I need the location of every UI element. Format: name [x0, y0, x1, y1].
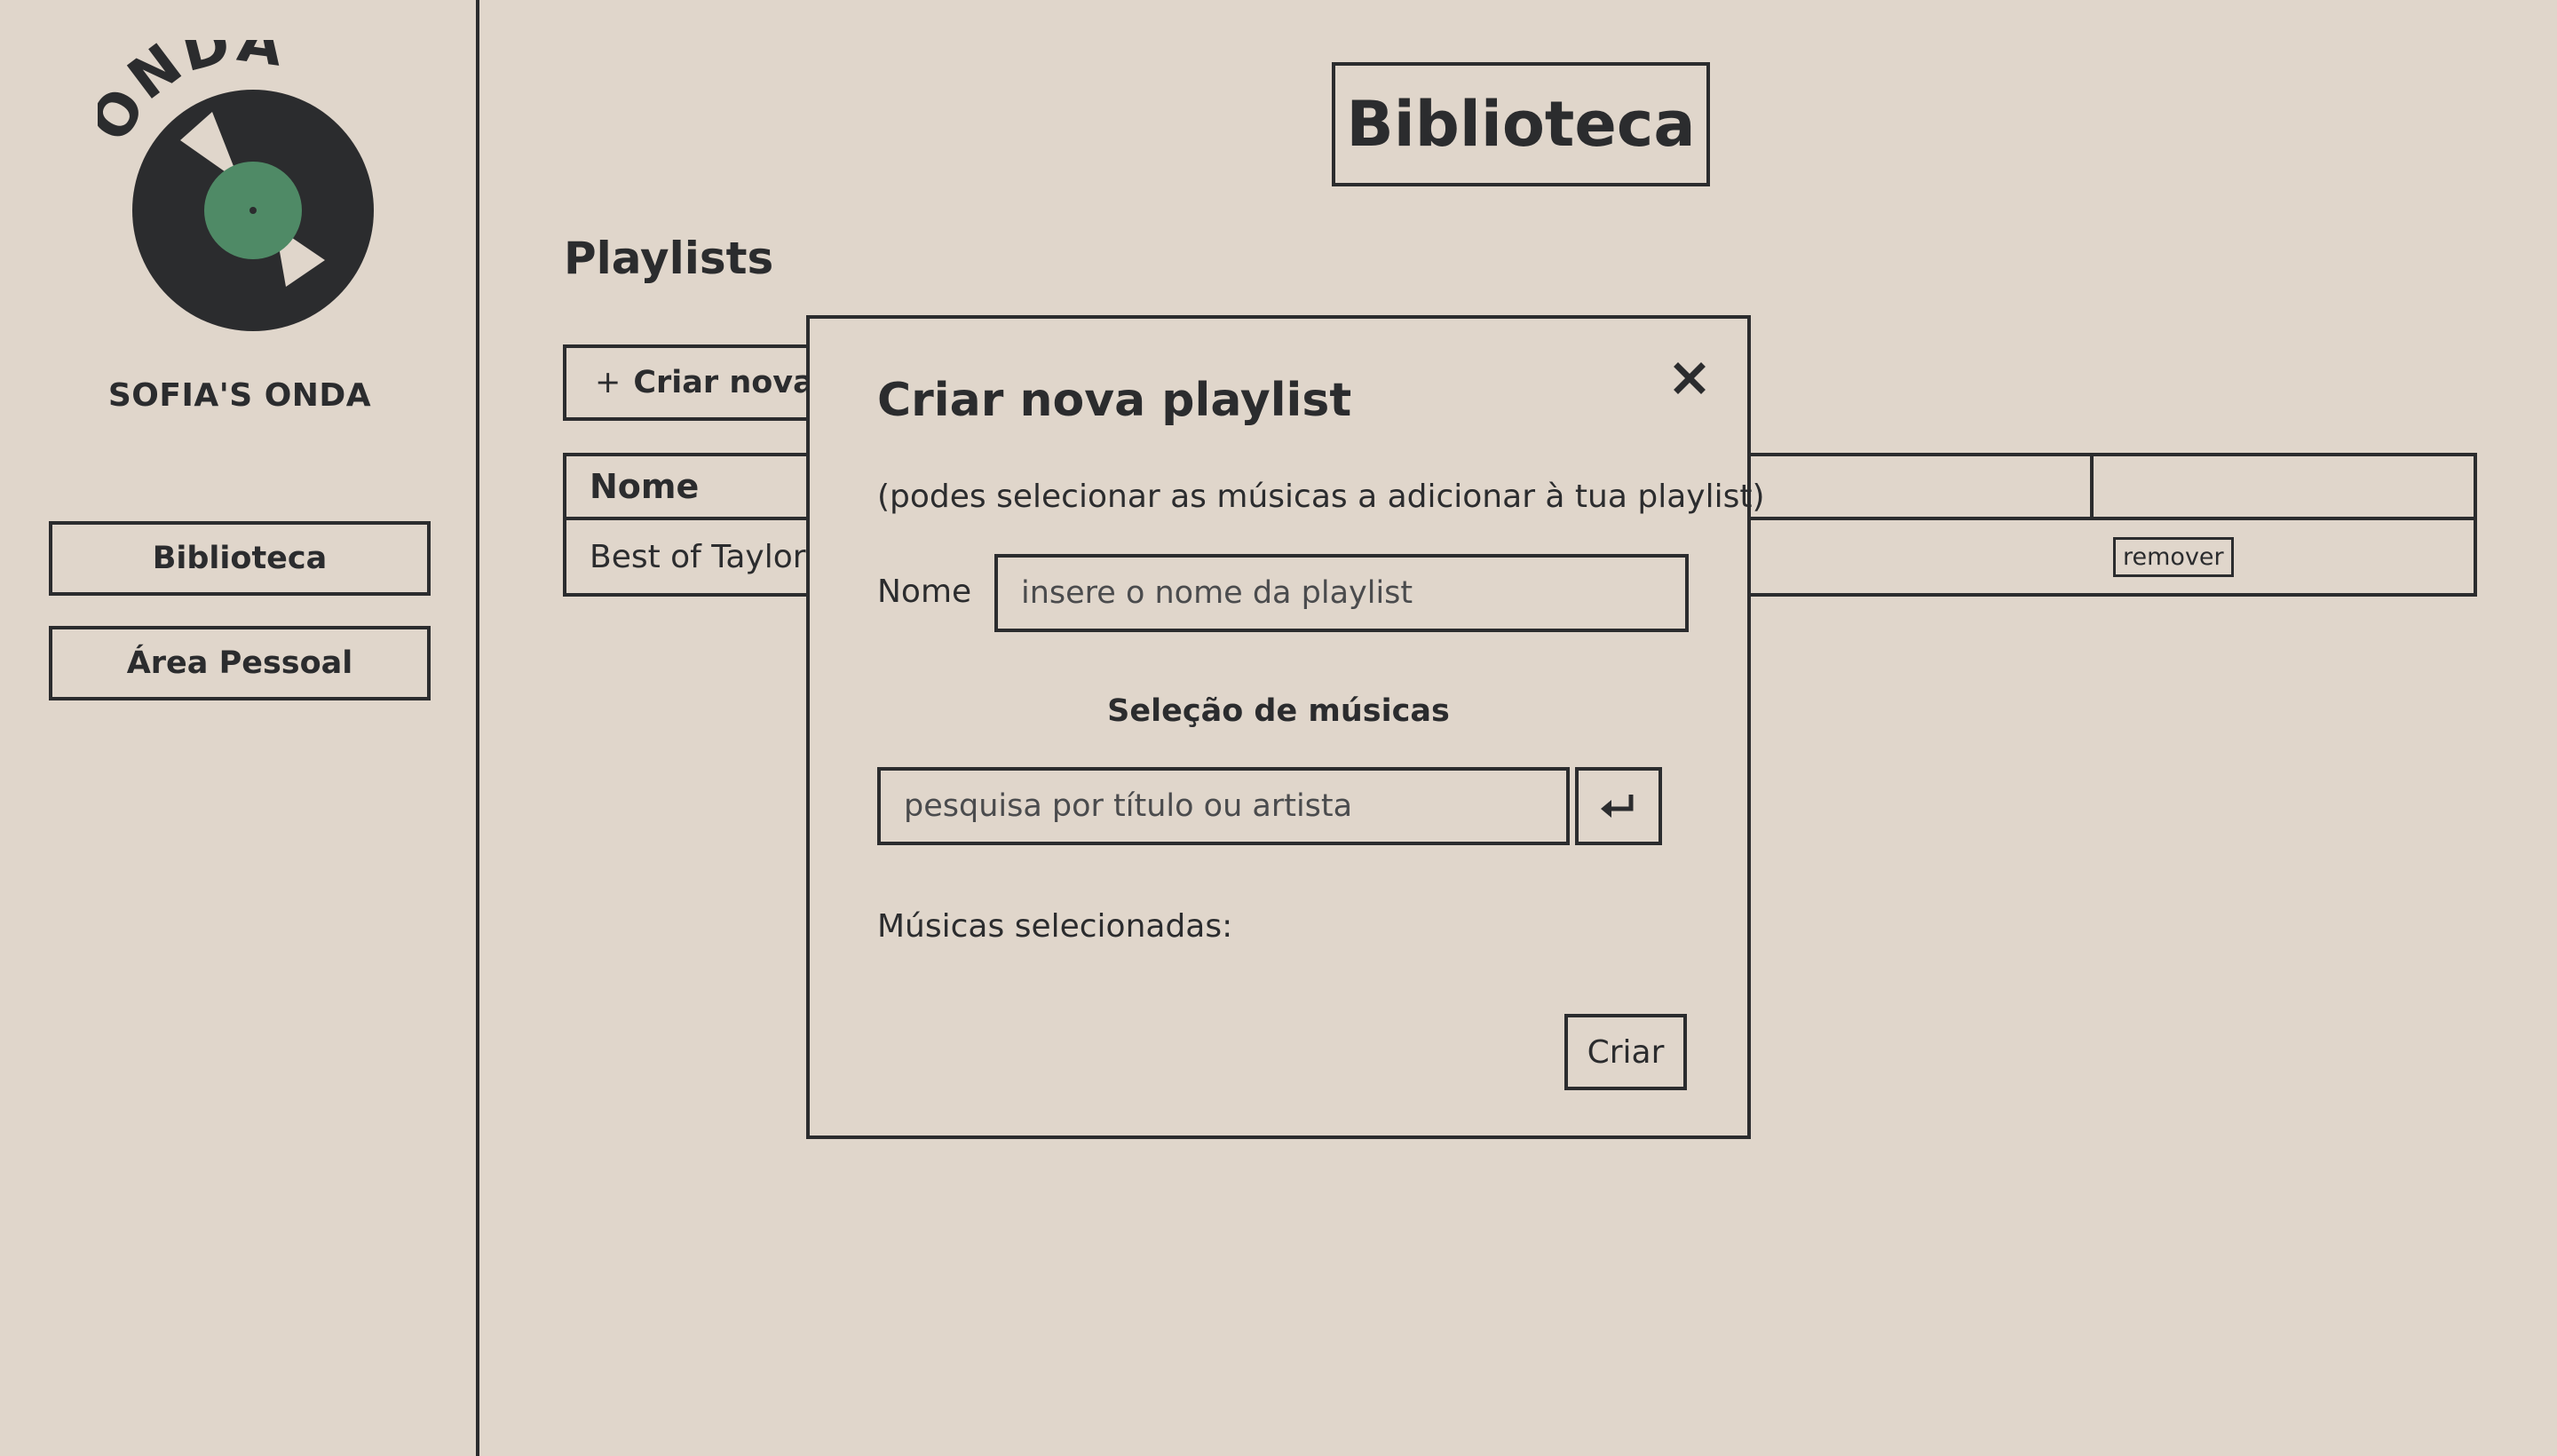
sidebar-item-area-pessoal[interactable]: Área Pessoal	[49, 626, 431, 700]
sidebar: ONDA SOFIA'S ONDA Biblioteca Área Pessoa…	[0, 0, 479, 1456]
modal-title: Criar nova playlist	[877, 374, 1352, 427]
modal-subtitle: (podes selecionar as músicas a adicionar…	[877, 479, 1765, 515]
create-button[interactable]: Criar	[1564, 1014, 1687, 1090]
playlist-name-input[interactable]	[994, 554, 1689, 632]
column-header-actions	[2090, 456, 2474, 517]
song-search-input[interactable]	[877, 767, 1570, 845]
vinyl-logo[interactable]: ONDA	[98, 40, 382, 333]
playlist-actions: remover	[2090, 520, 2474, 593]
sidebar-item-biblioteca[interactable]: Biblioteca	[49, 521, 431, 596]
close-icon[interactable]	[1667, 356, 1712, 400]
brand-name: SOFIA'S ONDA	[107, 377, 372, 414]
plus-icon: +	[595, 365, 621, 400]
song-selection-title: Seleção de músicas	[1107, 693, 1450, 729]
remove-button[interactable]: remover	[2113, 536, 2234, 577]
selected-songs-label: Músicas selecionadas:	[877, 908, 1233, 945]
section-title: Playlists	[564, 233, 774, 284]
page-title: Biblioteca	[1332, 62, 1710, 186]
enter-icon	[1601, 795, 1634, 818]
name-label: Nome	[877, 574, 972, 610]
search-submit-button[interactable]	[1575, 767, 1662, 845]
create-playlist-modal: Criar nova playlist (podes selecionar as…	[806, 315, 1765, 1139]
